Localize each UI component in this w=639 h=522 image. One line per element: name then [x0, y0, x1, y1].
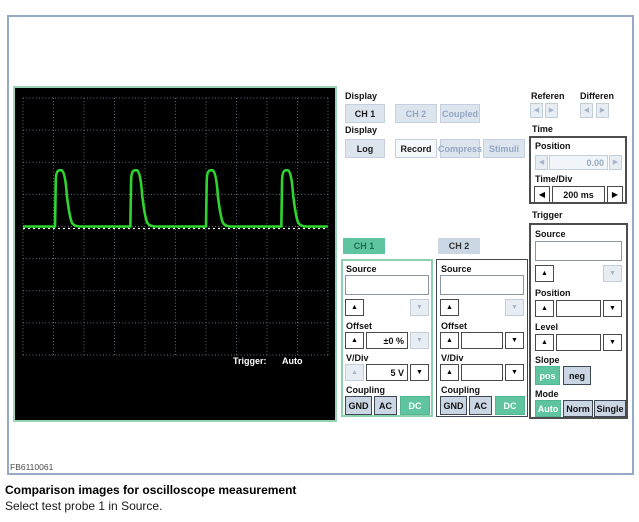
waveform-plot	[22, 97, 329, 356]
ch1-offset-value[interactable]: ±0 %	[366, 332, 408, 349]
ch2-offset-up-button up-arrow-icon[interactable]: ▲	[440, 332, 459, 349]
ch1-offset-down-button down-arrow-icon: ▼	[410, 332, 429, 349]
trigger-level-label: Level	[535, 322, 559, 332]
trigger-position-value[interactable]	[556, 300, 601, 317]
ch1-coupling-label: Coupling	[346, 385, 385, 395]
display-ch1-button[interactable]: CH 1	[345, 104, 385, 123]
differential-label: Differen	[580, 91, 615, 101]
ch2-source-down-button down-arrow-icon: ▼	[505, 299, 524, 316]
display-coupled-button[interactable]: Coupled	[440, 104, 480, 123]
ch2-source-up-button up-arrow-icon[interactable]: ▲	[440, 299, 459, 316]
stimuli-button[interactable]: Stimuli	[483, 139, 525, 158]
trigger-status-value: Auto	[282, 356, 303, 366]
trigger-source-input[interactable]	[535, 241, 622, 261]
ch1-offset-up-button up-arrow-icon[interactable]: ▲	[345, 332, 364, 349]
display-channels-label: Display	[345, 91, 378, 101]
caption-subtitle: Select test probe 1 in Source.	[5, 499, 163, 513]
trigger-status-label: Trigger:	[233, 356, 267, 366]
mode-norm-button[interactable]: Norm	[563, 400, 593, 417]
ch2-vdiv-value[interactable]	[461, 364, 503, 381]
reference-next-button right-arrow-icon: ▶	[545, 103, 558, 118]
log-button[interactable]: Log	[345, 139, 385, 158]
ch2-source-input[interactable]	[440, 275, 524, 295]
ch1-offset-label: Offset	[346, 321, 373, 331]
ch1-vdiv-value[interactable]: 5 V	[366, 364, 408, 381]
trigger-level-up-button up-arrow-icon[interactable]: ▲	[535, 334, 554, 351]
ch2-coupling-dc-button[interactable]: DC	[495, 396, 525, 415]
trigger-level-down-button down-arrow-icon[interactable]: ▼	[603, 334, 622, 351]
ch1-source-label: Source	[346, 264, 377, 274]
trigger-source-down-button down-arrow-icon: ▼	[603, 265, 622, 282]
ch2-vdiv-label: V/Div	[441, 353, 464, 363]
differential-next-button right-arrow-icon: ▶	[596, 103, 609, 118]
ch2-coupling-ac-button[interactable]: AC	[469, 396, 492, 415]
time-position-decrement-button left-arrow-icon: ◀	[535, 155, 548, 170]
trigger-mode-label: Mode	[535, 389, 559, 399]
reference-prev-button left-arrow-icon: ◀	[530, 103, 543, 118]
trigger-position-up-button up-arrow-icon[interactable]: ▲	[535, 300, 554, 317]
oscilloscope-screen: Trigger: Auto	[13, 86, 337, 422]
display-ch2-button[interactable]: CH 2	[395, 104, 437, 123]
slope-pos-button[interactable]: pos	[535, 366, 560, 385]
ch2-vdiv-up-button up-arrow-icon[interactable]: ▲	[440, 364, 459, 381]
timediv-increment-button right-arrow-icon[interactable]: ▶	[607, 186, 623, 203]
ch1-coupling-gnd-button[interactable]: GND	[345, 396, 372, 415]
caption-title: Comparison images for oscilloscope measu…	[5, 483, 297, 497]
time-position-increment-button right-arrow-icon: ▶	[609, 155, 622, 170]
compress-button[interactable]: Compress	[438, 139, 482, 158]
ch1-source-down-button down-arrow-icon: ▼	[410, 299, 429, 316]
trigger-source-label: Source	[535, 229, 566, 239]
tab-ch1[interactable]: CH 1	[343, 238, 385, 254]
reference-label: Referen	[531, 91, 565, 101]
trigger-slope-label: Slope	[535, 355, 560, 365]
mode-auto-button[interactable]: Auto	[535, 400, 561, 417]
ch2-offset-value[interactable]	[461, 332, 503, 349]
ch1-vdiv-up-button up-arrow-icon: ▲	[345, 364, 364, 381]
record-button[interactable]: Record	[395, 139, 437, 158]
trigger-position-down-button down-arrow-icon[interactable]: ▼	[603, 300, 622, 317]
ch2-offset-label: Offset	[441, 321, 468, 331]
slope-neg-button[interactable]: neg	[563, 366, 591, 385]
timediv-decrement-button left-arrow-icon[interactable]: ◀	[534, 186, 550, 203]
ch2-vdiv-down-button down-arrow-icon[interactable]: ▼	[505, 364, 524, 381]
ch1-vdiv-down-button down-arrow-icon[interactable]: ▼	[410, 364, 429, 381]
trigger-panel-label: Trigger	[532, 210, 563, 220]
time-position-value: 0.00	[549, 155, 608, 170]
tab-ch2[interactable]: CH 2	[438, 238, 480, 254]
ch1-vdiv-label: V/Div	[346, 353, 369, 363]
timediv-label: Time/Div	[535, 174, 573, 184]
differential-prev-button left-arrow-icon: ◀	[580, 103, 593, 118]
ch1-source-input[interactable]	[345, 275, 429, 295]
time-position-label: Position	[535, 141, 571, 151]
ch2-coupling-label: Coupling	[441, 385, 480, 395]
figure-id: FB6110061	[10, 462, 54, 472]
trigger-level-value[interactable]	[556, 334, 601, 351]
time-panel-label: Time	[532, 124, 553, 134]
display-modes-label: Display	[345, 125, 378, 135]
ch2-source-label: Source	[441, 264, 472, 274]
ch1-coupling-dc-button[interactable]: DC	[400, 396, 430, 415]
ch2-offset-down-button down-arrow-icon[interactable]: ▼	[505, 332, 524, 349]
ch1-coupling-ac-button[interactable]: AC	[374, 396, 397, 415]
mode-single-button[interactable]: Single	[594, 400, 626, 417]
ch1-source-up-button up-arrow-icon[interactable]: ▲	[345, 299, 364, 316]
timediv-value[interactable]: 200 ms	[552, 186, 605, 203]
ch2-coupling-gnd-button[interactable]: GND	[440, 396, 467, 415]
trigger-position-label: Position	[535, 288, 571, 298]
trigger-source-up-button up-arrow-icon[interactable]: ▲	[535, 265, 554, 282]
